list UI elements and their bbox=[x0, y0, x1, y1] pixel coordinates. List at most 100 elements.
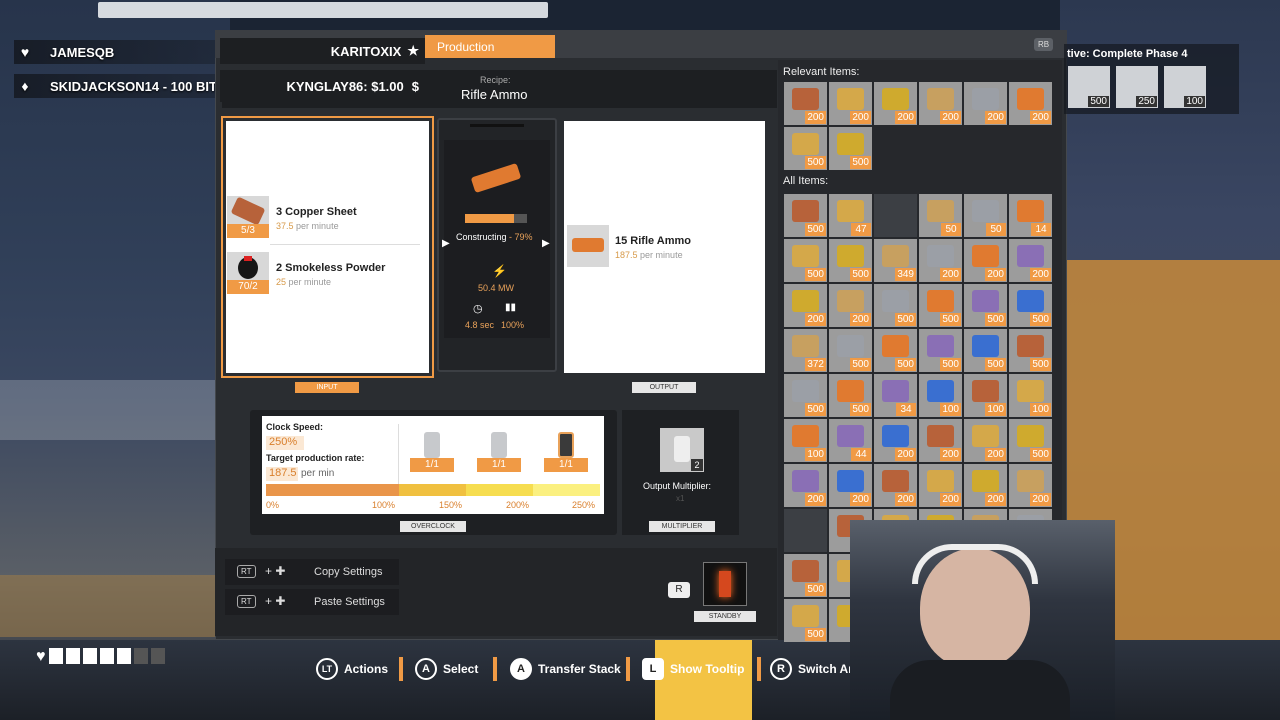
health-segment bbox=[116, 648, 131, 664]
inventory-item-slot[interactable]: 50 bbox=[919, 194, 962, 237]
inventory-item-slot[interactable]: 500 bbox=[829, 329, 872, 372]
inventory-item-slot[interactable]: 100 bbox=[784, 419, 827, 462]
inventory-item-slot[interactable]: 44 bbox=[829, 419, 872, 462]
progress-fill bbox=[465, 214, 514, 223]
item-icon bbox=[1017, 290, 1044, 312]
efficiency-icon: ▮▮ bbox=[505, 302, 517, 313]
copy-settings-button[interactable]: RT + ✚ Copy Settings bbox=[225, 559, 399, 585]
power-shard-slot-2[interactable]: 1/1 bbox=[477, 428, 521, 472]
multiplier-slot[interactable]: 2 bbox=[660, 428, 704, 472]
item-count: 500 bbox=[1030, 448, 1051, 461]
paste-settings-button[interactable]: RT + ✚ Paste Settings bbox=[225, 589, 399, 615]
relevant-item-slot[interactable]: 200 bbox=[964, 82, 1007, 125]
inventory-item-slot[interactable]: 200 bbox=[874, 464, 917, 507]
r-key-icon: R bbox=[770, 658, 792, 680]
inventory-item-slot[interactable]: 500 bbox=[919, 284, 962, 327]
item-count: 500 bbox=[805, 268, 826, 281]
input-rate: 25 per minute bbox=[276, 277, 331, 287]
inventory-item-slot[interactable]: 500 bbox=[964, 329, 1007, 372]
inventory-item-slot[interactable]: 500 bbox=[874, 329, 917, 372]
inventory-item-slot[interactable]: 100 bbox=[964, 374, 1007, 417]
input-name: 2 Smokeless Powder bbox=[276, 262, 386, 274]
inventory-item-slot[interactable]: 200 bbox=[784, 464, 827, 507]
input-count: 5/3 bbox=[227, 224, 269, 238]
inventory-item-slot[interactable]: 200 bbox=[784, 284, 827, 327]
inventory-item-slot[interactable]: 200 bbox=[964, 239, 1007, 282]
inventory-item-slot[interactable]: 500 bbox=[784, 599, 827, 642]
inventory-item-slot[interactable]: 100 bbox=[919, 374, 962, 417]
item-count: 200 bbox=[1030, 268, 1051, 281]
inventory-item-slot[interactable]: 50 bbox=[964, 194, 1007, 237]
input-rate-value: 37.5 bbox=[276, 221, 294, 231]
inventory-item-slot[interactable]: 200 bbox=[829, 284, 872, 327]
health-segment bbox=[133, 648, 148, 664]
inventory-item-slot[interactable] bbox=[874, 194, 917, 237]
item-icon bbox=[837, 290, 864, 312]
inventory-item-slot[interactable]: 200 bbox=[919, 239, 962, 282]
relevant-item-slot[interactable]: 200 bbox=[919, 82, 962, 125]
inventory-item-slot[interactable]: 500 bbox=[874, 284, 917, 327]
target-rate-value[interactable]: 187.5 bbox=[266, 467, 298, 481]
inventory-item-slot[interactable]: 34 bbox=[874, 374, 917, 417]
item-count: 500 bbox=[805, 403, 826, 416]
quest-item-count: 100 bbox=[1184, 96, 1205, 107]
relevant-item-slot[interactable]: 500 bbox=[784, 127, 827, 170]
item-icon bbox=[927, 470, 954, 492]
item-count: 200 bbox=[895, 493, 916, 506]
inventory-item-slot[interactable]: 200 bbox=[919, 419, 962, 462]
inventory-item-slot[interactable]: 14 bbox=[1009, 194, 1052, 237]
inventory-item-slot[interactable]: 500 bbox=[1009, 284, 1052, 327]
inventory-item-slot[interactable]: 200 bbox=[964, 419, 1007, 462]
inventory-item-slot[interactable]: 500 bbox=[784, 239, 827, 282]
relevant-item-slot[interactable]: 500 bbox=[829, 127, 872, 170]
item-icon bbox=[1017, 380, 1044, 402]
inventory-item-slot[interactable]: 200 bbox=[1009, 239, 1052, 282]
relevant-item-slot[interactable]: 200 bbox=[829, 82, 872, 125]
relevant-item-slot[interactable]: 200 bbox=[784, 82, 827, 125]
tab-production[interactable]: Production bbox=[425, 35, 555, 58]
input-slot-copper-sheet[interactable]: 5/3 bbox=[227, 196, 269, 238]
inventory-item-slot[interactable]: 200 bbox=[964, 464, 1007, 507]
inventory-item-slot[interactable]: 200 bbox=[874, 419, 917, 462]
item-count: 200 bbox=[985, 448, 1006, 461]
inventory-item-slot[interactable]: 349 bbox=[874, 239, 917, 282]
item-count: 14 bbox=[1031, 223, 1051, 236]
inventory-item-slot[interactable]: 500 bbox=[784, 554, 827, 597]
inventory-item-slot[interactable]: 500 bbox=[784, 194, 827, 237]
inventory-item-slot[interactable]: 372 bbox=[784, 329, 827, 372]
overclock-button[interactable]: OVERCLOCK bbox=[400, 521, 466, 532]
item-count: 500 bbox=[805, 583, 826, 596]
inventory-item-slot[interactable]: 47 bbox=[829, 194, 872, 237]
chat-row-follower: ♥ JAMESQB bbox=[14, 40, 219, 64]
relevant-item-slot[interactable]: 200 bbox=[874, 82, 917, 125]
inventory-item-slot[interactable] bbox=[784, 509, 827, 552]
power-shard-slot-3[interactable]: 1/1 bbox=[544, 428, 588, 472]
multiplier-button[interactable]: MULTIPLIER bbox=[649, 521, 715, 532]
output-slot-rifle-ammo[interactable] bbox=[567, 225, 609, 267]
power-shard-slot-1[interactable]: 1/1 bbox=[410, 428, 454, 472]
clock-speed-value[interactable]: 250% bbox=[266, 436, 304, 450]
inventory-item-slot[interactable]: 200 bbox=[829, 464, 872, 507]
item-icon bbox=[927, 425, 954, 447]
heart-icon: ♥ bbox=[20, 44, 30, 60]
inventory-item-slot[interactable]: 200 bbox=[919, 464, 962, 507]
inventory-item-slot[interactable]: 500 bbox=[829, 374, 872, 417]
hint-label: Show Tooltip bbox=[670, 662, 745, 676]
input-slot-smokeless-powder[interactable]: 70/2 bbox=[227, 252, 269, 294]
item-icon bbox=[972, 380, 999, 402]
inventory-item-slot[interactable]: 500 bbox=[1009, 329, 1052, 372]
item-count: 500 bbox=[805, 223, 826, 236]
item-count: 100 bbox=[1030, 403, 1051, 416]
inventory-item-slot[interactable]: 200 bbox=[1009, 464, 1052, 507]
inventory-item-slot[interactable]: 500 bbox=[1009, 419, 1052, 462]
inventory-item-slot[interactable]: 500 bbox=[829, 239, 872, 282]
inventory-item-slot[interactable]: 100 bbox=[1009, 374, 1052, 417]
item-icon bbox=[792, 425, 819, 447]
inventory-item-slot[interactable]: 500 bbox=[784, 374, 827, 417]
chat-row-donation: KYNGLAY86: $1.00 $ bbox=[220, 70, 425, 102]
inventory-item-slot[interactable]: 500 bbox=[964, 284, 1007, 327]
progress-track bbox=[465, 214, 527, 223]
relevant-item-slot[interactable]: 200 bbox=[1009, 82, 1052, 125]
standby-switch[interactable] bbox=[703, 562, 747, 606]
inventory-item-slot[interactable]: 500 bbox=[919, 329, 962, 372]
